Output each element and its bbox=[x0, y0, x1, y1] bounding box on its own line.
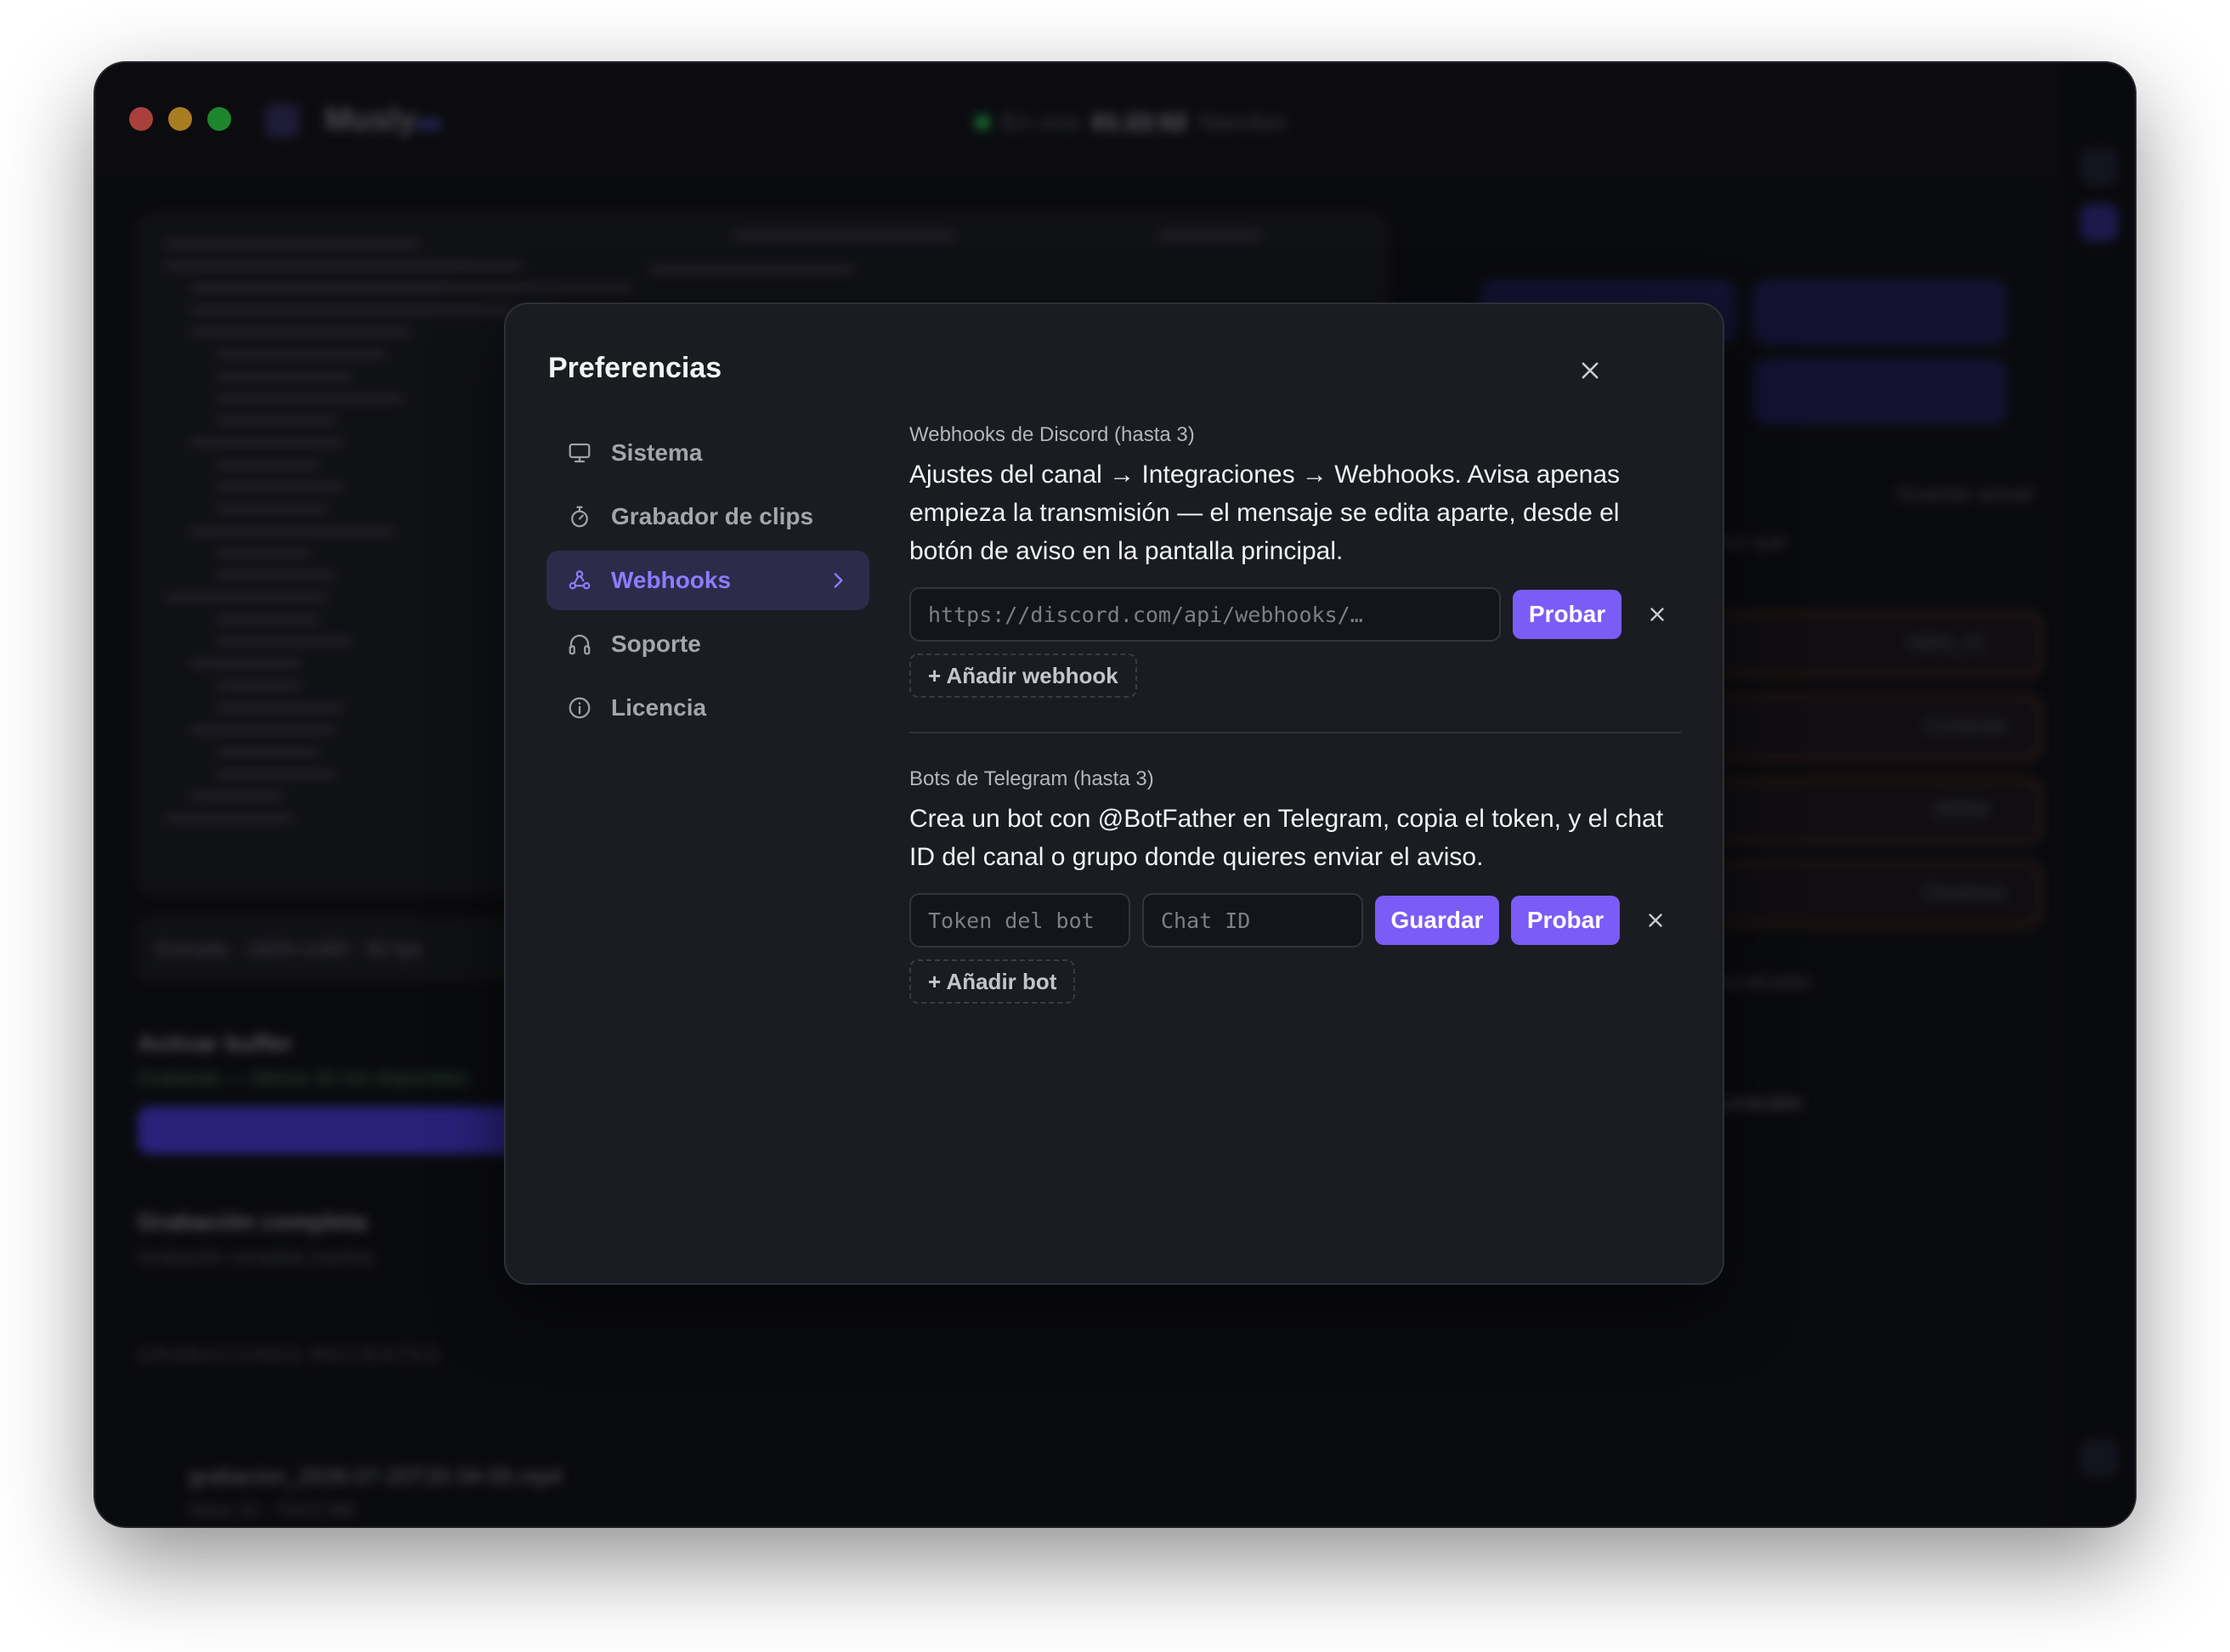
modal-title: Preferencias bbox=[548, 352, 722, 384]
preferences-nav: Sistema Grabador de clips Webhooks Sopor… bbox=[546, 423, 869, 742]
add-webhook-button[interactable]: + Añadir webhook bbox=[909, 653, 1137, 698]
close-icon bbox=[1649, 914, 1662, 927]
discord-webhook-url-input[interactable]: https://discord.com/api/webhooks/… bbox=[909, 587, 1501, 642]
nav-item-webhooks[interactable]: Webhooks bbox=[546, 551, 869, 610]
telegram-token-input[interactable]: Token del bot bbox=[909, 893, 1130, 948]
close-icon bbox=[1650, 608, 1664, 621]
stopwatch-icon bbox=[567, 504, 592, 529]
chevron-right-icon bbox=[834, 573, 843, 588]
remove-webhook-button[interactable] bbox=[1639, 596, 1676, 633]
telegram-chat-id-input[interactable]: Chat ID bbox=[1142, 893, 1363, 948]
nav-item-licencia[interactable]: Licencia bbox=[546, 678, 869, 738]
preferences-modal: Preferencias Sistema Grabador de clips W… bbox=[504, 303, 1724, 1285]
close-icon bbox=[1582, 362, 1599, 379]
webhook-icon bbox=[567, 568, 592, 593]
telegram-save-button[interactable]: Guardar bbox=[1375, 896, 1499, 945]
nav-item-label: Licencia bbox=[611, 694, 707, 721]
nav-item-label: Soporte bbox=[611, 631, 701, 657]
telegram-bot-row: Token del bot Chat ID Guardar Probar bbox=[909, 893, 1681, 948]
nav-item-soporte[interactable]: Soporte bbox=[546, 614, 869, 674]
nav-item-label: Webhooks bbox=[611, 567, 732, 593]
close-modal-button[interactable] bbox=[1571, 352, 1609, 389]
webhooks-content: Webhooks de Discord (hasta 3) Ajustes de… bbox=[909, 423, 1681, 1004]
telegram-test-button[interactable]: Probar bbox=[1511, 896, 1620, 945]
discord-section-label: Webhooks de Discord (hasta 3) bbox=[909, 423, 1195, 446]
nav-item-label: Sistema bbox=[611, 439, 703, 466]
section-divider bbox=[909, 732, 1681, 733]
discord-test-button[interactable]: Probar bbox=[1513, 590, 1622, 639]
telegram-section-label: Bots de Telegram (hasta 3) bbox=[909, 767, 1154, 790]
nav-item-label: Grabador de clips bbox=[611, 503, 814, 529]
discord-description: Ajustes del canal → Integraciones → Webh… bbox=[909, 461, 1621, 565]
app-window: Muslyon En vivo 01:22:52 Narcilon Entrad… bbox=[95, 63, 2135, 1526]
telegram-description: Crea un bot con @BotFather en Telegram, … bbox=[909, 805, 1664, 871]
monitor-icon bbox=[567, 440, 592, 466]
nav-item-sistema[interactable]: Sistema bbox=[546, 423, 869, 483]
discord-webhook-row: https://discord.com/api/webhooks/… Proba… bbox=[909, 587, 1681, 642]
remove-bot-button[interactable] bbox=[1637, 902, 1674, 939]
nav-item-grabador-de-clips[interactable]: Grabador de clips bbox=[546, 487, 869, 546]
add-bot-button[interactable]: + Añadir bot bbox=[909, 959, 1076, 1004]
info-icon bbox=[567, 695, 592, 721]
headphones-icon bbox=[567, 631, 592, 657]
